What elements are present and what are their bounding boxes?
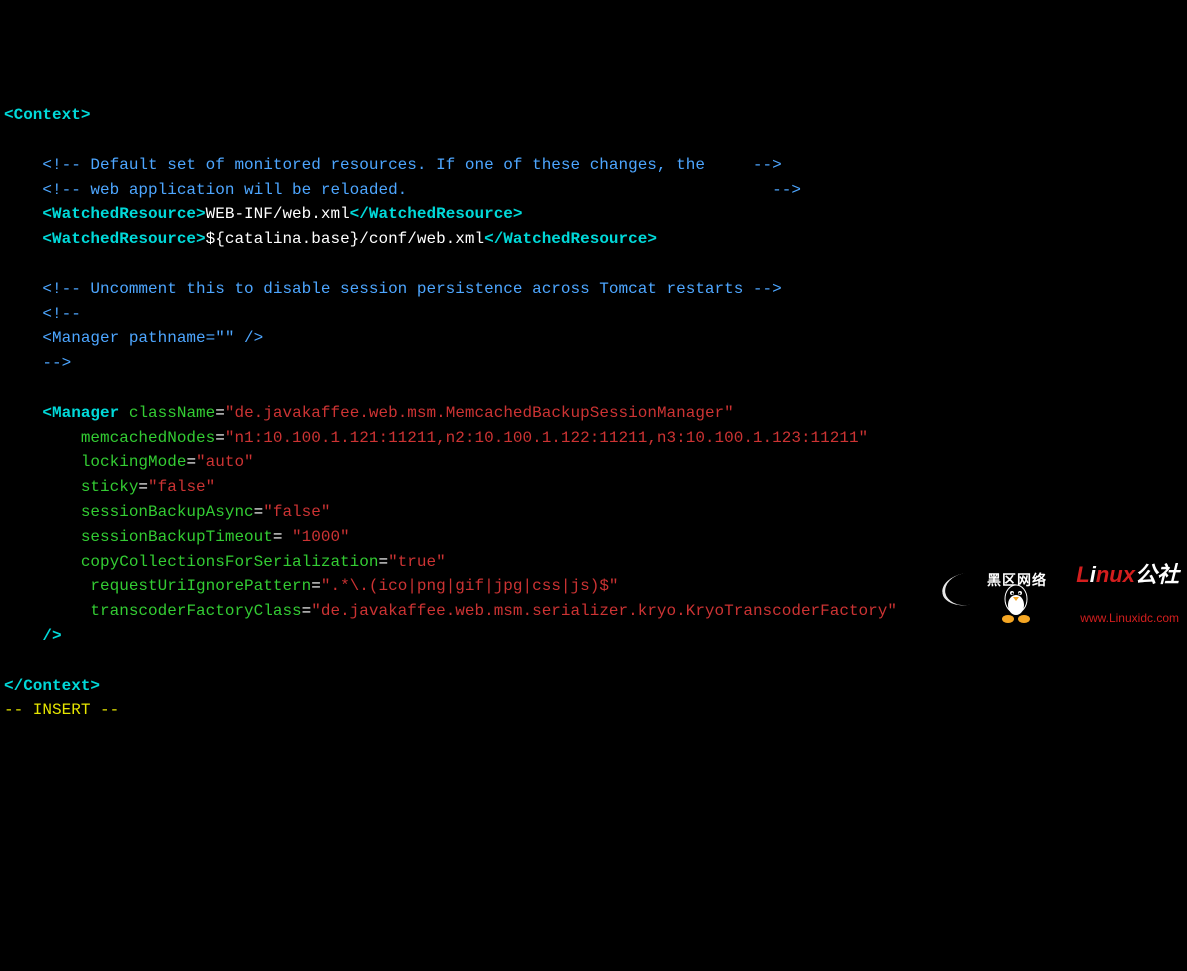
attr-name: sessionBackupAsync <box>81 503 254 521</box>
attr-value: "false" <box>148 478 215 496</box>
watermark-logo: Linux公社 www.Linuxidc.com <box>998 539 1179 625</box>
attr-value: "de.javakaffee.web.msm.serializer.kryo.K… <box>311 602 897 620</box>
xml-comment: <!-- Default set of monitored resources.… <box>4 156 782 174</box>
attr-value: "auto" <box>196 453 254 471</box>
attr-name: lockingMode <box>81 453 187 471</box>
code-line: <WatchedResource>WEB-INF/web.xml</Watche… <box>4 205 523 223</box>
attr-name: transcoderFactoryClass <box>90 602 301 620</box>
attr-value: "n1:10.100.1.121:11211,n2:10.100.1.122:1… <box>225 429 868 447</box>
text-content: WEB-INF/web.xml <box>206 205 350 223</box>
tag-context-open: <Context> <box>4 106 90 124</box>
code-line: transcoderFactoryClass="de.javakaffee.we… <box>4 602 897 620</box>
attr-value: "true" <box>388 553 446 571</box>
tag-self-close: /> <box>4 627 62 645</box>
attr-name: className <box>129 404 215 422</box>
attr-value: "1000" <box>292 528 350 546</box>
xml-comment: <!-- web application will be reloaded. -… <box>4 181 801 199</box>
code-line: <WatchedResource>${catalina.base}/conf/w… <box>4 230 657 248</box>
attr-value: ".*\.(ico|png|gif|jpg|css|js)$" <box>321 577 619 595</box>
tag-watchedresource-close: </WatchedResource> <box>484 230 657 248</box>
attr-name: sessionBackupTimeout <box>81 528 273 546</box>
xml-comment: <!-- Uncomment this to disable session p… <box>4 280 782 298</box>
attr-value: "de.javakaffee.web.msm.MemcachedBackupSe… <box>225 404 734 422</box>
tag-watchedresource-close: </WatchedResource> <box>350 205 523 223</box>
code-line: lockingMode="auto" <box>4 453 254 471</box>
tag-watchedresource-open: <WatchedResource> <box>42 205 205 223</box>
tag-context-close: </Context> <box>4 677 100 695</box>
code-line: memcachedNodes="n1:10.100.1.121:11211,n2… <box>4 429 868 447</box>
code-line: <Manager className="de.javakaffee.web.ms… <box>4 404 734 422</box>
code-line: requestUriIgnorePattern=".*\.(ico|png|gi… <box>4 577 619 595</box>
code-line: sessionBackupTimeout= "1000" <box>4 528 350 546</box>
code-line: copyCollectionsForSerialization="true" <box>4 553 446 571</box>
code-line: sessionBackupAsync="false" <box>4 503 330 521</box>
editor-viewport[interactable]: <Context> <!-- Default set of monitored … <box>4 103 1183 723</box>
xml-comment-open: <!-- <box>4 305 81 323</box>
attr-name: copyCollectionsForSerialization <box>81 553 379 571</box>
attr-name: memcachedNodes <box>81 429 215 447</box>
xml-comment-close: --> <box>4 354 71 372</box>
tux-penguin-icon <box>998 581 1034 625</box>
xml-comment-body: <Manager pathname="" /> <box>4 329 263 347</box>
tag-watchedresource-open: <WatchedResource> <box>42 230 205 248</box>
attr-value: "false" <box>263 503 330 521</box>
vim-mode-indicator: -- INSERT -- <box>4 701 119 719</box>
tag-manager: Manager <box>52 404 119 422</box>
text-content: ${catalina.base}/conf/web.xml <box>206 230 484 248</box>
watermark-url: www.Linuxidc.com <box>1080 612 1179 625</box>
code-line: sticky="false" <box>4 478 215 496</box>
attr-name: requestUriIgnorePattern <box>90 577 311 595</box>
watermark-text: Linux公社 www.Linuxidc.com <box>1040 539 1179 625</box>
attr-name: sticky <box>81 478 139 496</box>
